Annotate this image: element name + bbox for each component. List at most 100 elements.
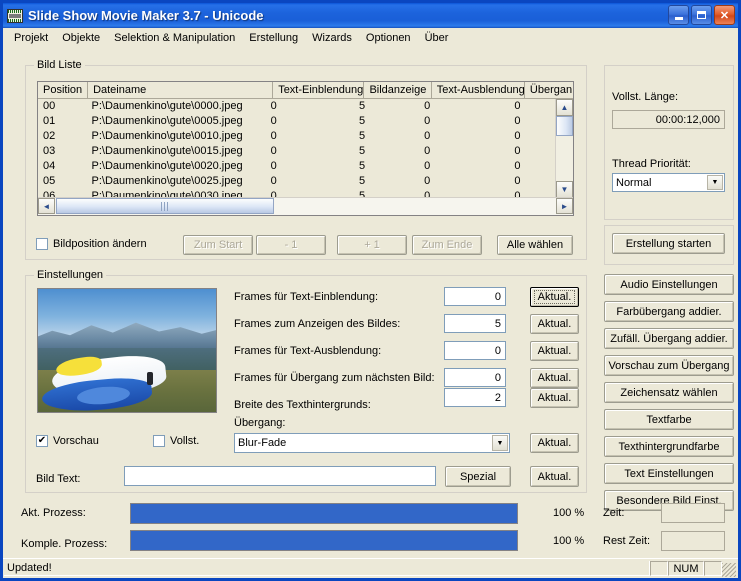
scroll-left-icon[interactable]: ◄ — [38, 198, 55, 214]
aktual-text-ausblendung-button[interactable]: Aktual. — [530, 341, 579, 361]
rest-zeit-value — [661, 531, 725, 551]
frames-uebergang-input[interactable]: 0 — [444, 368, 506, 387]
cell-uebergang: 0 — [514, 130, 521, 142]
close-button[interactable]: ✕ — [714, 5, 735, 25]
thread-prioritaet-combo[interactable]: Normal ▼ — [612, 173, 725, 192]
image-list-view[interactable]: Position Dateiname Text-Einblendung Bild… — [37, 81, 574, 216]
zum-ende-button[interactable]: Zum Ende — [412, 235, 482, 255]
thread-prioritaet-label: Thread Priorität: — [612, 158, 691, 170]
maximize-button[interactable] — [691, 5, 712, 25]
table-row[interactable]: 01 P:\Daumenkino\gute\0005.jpeg 0 5 0 0 — [38, 114, 556, 129]
cell-position: 04 — [43, 160, 56, 172]
table-row[interactable]: 04 P:\Daumenkino\gute\0020.jpeg 0 5 0 0 — [38, 159, 556, 174]
scroll-right-icon[interactable]: ► — [556, 198, 573, 214]
aktual-text-einblendung-button[interactable]: Aktual. — [530, 287, 579, 307]
table-row[interactable]: 02 P:\Daumenkino\gute\0010.jpeg 0 5 0 0 — [38, 129, 556, 144]
aktual-uebergang-button[interactable]: Aktual. — [530, 433, 579, 453]
texthintergrundfarbe-button[interactable]: Texthintergrundfarbe — [604, 436, 734, 457]
cell-text-einblendung: 0 — [270, 160, 277, 172]
text-einstellungen-button[interactable]: Text Einstellungen — [604, 463, 734, 484]
breite-texthintergrund-input[interactable]: 2 — [444, 388, 506, 407]
zeichensatz-waehlen-button[interactable]: Zeichensatz wählen — [604, 382, 734, 403]
akt-prozess-label: Akt. Prozess: — [21, 507, 86, 519]
bildposition-aendern-checkbox[interactable]: Bildposition ändern — [36, 238, 147, 250]
vorschau-zum-uebergang-button[interactable]: Vorschau zum Übergang — [604, 355, 734, 376]
chevron-down-icon[interactable]: ▼ — [492, 435, 508, 451]
cell-bildanzeige: 5 — [358, 115, 366, 127]
cell-bildanzeige: 5 — [358, 145, 366, 157]
alle-waehlen-button[interactable]: Alle wählen — [497, 235, 573, 255]
aktual-bild-text-button[interactable]: Aktual. — [530, 466, 579, 487]
vollst-checkbox[interactable]: Vollst. — [153, 435, 199, 447]
minus-one-button[interactable]: - 1 — [256, 235, 326, 255]
breite-texthintergrund-label: Breite des Texthintergrunds: — [234, 399, 371, 411]
status-bar: Updated! NUM — [3, 558, 738, 578]
frames-text-ausblendung-input[interactable]: 0 — [444, 341, 506, 360]
window-title: Slide Show Movie Maker 3.7 - Unicode — [28, 8, 264, 23]
cell-bildanzeige: 5 — [358, 175, 366, 187]
cell-text-einblendung: 0 — [270, 100, 277, 112]
table-row[interactable]: 00 P:\Daumenkino\gute\0000.jpeg 0 5 0 0 — [38, 99, 556, 114]
cell-dateiname: P:\Daumenkino\gute\0025.jpeg — [91, 175, 243, 187]
uebergang-label: Übergang: — [234, 417, 286, 429]
cell-uebergang: 0 — [514, 175, 521, 187]
farbuebergang-addieren-button[interactable]: Farbübergang addier. — [604, 301, 734, 322]
column-header-dateiname[interactable]: Dateiname — [88, 82, 274, 99]
cell-text-ausblendung: 0 — [424, 175, 431, 187]
column-header-text-ausblendung[interactable]: Text-Ausblendung — [431, 82, 525, 99]
menu-item-wizards[interactable]: Wizards — [305, 30, 359, 46]
status-pane-empty-2 — [704, 561, 722, 576]
zufaelliger-uebergang-addieren-button[interactable]: Zufäll. Übergang addier. — [604, 328, 734, 349]
cell-dateiname: P:\Daumenkino\gute\0015.jpeg — [91, 145, 243, 157]
aktual-bildanzeige-button[interactable]: Aktual. — [530, 314, 579, 334]
vorschau-checkbox[interactable]: ✔ Vorschau — [36, 435, 99, 447]
frames-text-einblendung-input[interactable]: 0 — [444, 287, 506, 306]
plus-one-button[interactable]: + 1 — [337, 235, 407, 255]
zum-start-button[interactable]: Zum Start — [183, 235, 253, 255]
menu-item-erstellung[interactable]: Erstellung — [242, 30, 305, 46]
cell-uebergang: 0 — [514, 115, 521, 127]
aktual-breite-button[interactable]: Aktual. — [530, 388, 579, 408]
scroll-up-icon[interactable]: ▲ — [556, 99, 573, 116]
cell-uebergang: 0 — [514, 160, 521, 172]
menu-item-objekte[interactable]: Objekte — [55, 30, 107, 46]
resize-grip[interactable] — [722, 563, 736, 577]
vertical-scrollbar-thumb[interactable] — [556, 116, 573, 136]
cell-bildanzeige: 5 — [358, 160, 366, 172]
audio-einstellungen-button[interactable]: Audio Einstellungen — [604, 274, 734, 295]
status-message: Updated! — [4, 561, 650, 576]
frames-bildanzeige-input[interactable]: 5 — [444, 314, 506, 333]
textfarbe-button[interactable]: Textfarbe — [604, 409, 734, 430]
vollst-label: Vollst. — [170, 435, 200, 447]
list-vertical-scrollbar[interactable]: ▲ ▼ — [555, 99, 573, 198]
menu-item-ueber[interactable]: Über — [418, 30, 456, 46]
cell-position: 03 — [43, 145, 56, 157]
menu-item-optionen[interactable]: Optionen — [359, 30, 418, 46]
minimize-button[interactable] — [668, 5, 689, 25]
zeit-value — [661, 503, 725, 523]
erstellung-starten-button[interactable]: Erstellung starten — [612, 233, 725, 254]
cell-text-einblendung: 0 — [270, 130, 277, 142]
spezial-button[interactable]: Spezial — [445, 466, 511, 487]
column-header-position[interactable]: Position — [38, 82, 89, 99]
aktual-uebergang-frames-button[interactable]: Aktual. — [530, 368, 579, 388]
column-header-bildanzeige[interactable]: Bildanzeige — [364, 82, 432, 99]
menu-item-selektion-manipulation[interactable]: Selektion & Manipulation — [107, 30, 242, 46]
uebergang-combo[interactable]: Blur-Fade ▼ — [234, 433, 510, 453]
table-row[interactable]: 03 P:\Daumenkino\gute\0015.jpeg 0 5 0 0 — [38, 144, 556, 159]
scroll-down-icon[interactable]: ▼ — [556, 181, 573, 198]
list-horizontal-scrollbar[interactable]: ◄ ► — [38, 197, 573, 215]
horizontal-scrollbar-thumb[interactable] — [56, 198, 274, 214]
menu-item-projekt[interactable]: Projekt — [7, 30, 55, 46]
bild-text-input[interactable] — [124, 466, 436, 486]
cell-text-ausblendung: 0 — [424, 145, 431, 157]
cell-position: 01 — [43, 115, 56, 127]
table-row[interactable]: 05 P:\Daumenkino\gute\0025.jpeg 0 5 0 0 — [38, 174, 556, 189]
checkbox-box: ✔ — [36, 435, 48, 447]
thread-prioritaet-value: Normal — [616, 176, 652, 189]
column-header-uebergang[interactable]: Übergan — [524, 82, 574, 99]
preview-image[interactable] — [37, 288, 217, 413]
column-header-text-einblendung[interactable]: Text-Einblendung — [273, 82, 365, 99]
chevron-down-icon[interactable]: ▼ — [707, 175, 723, 190]
bildposition-aendern-label: Bildposition ändern — [53, 238, 147, 250]
